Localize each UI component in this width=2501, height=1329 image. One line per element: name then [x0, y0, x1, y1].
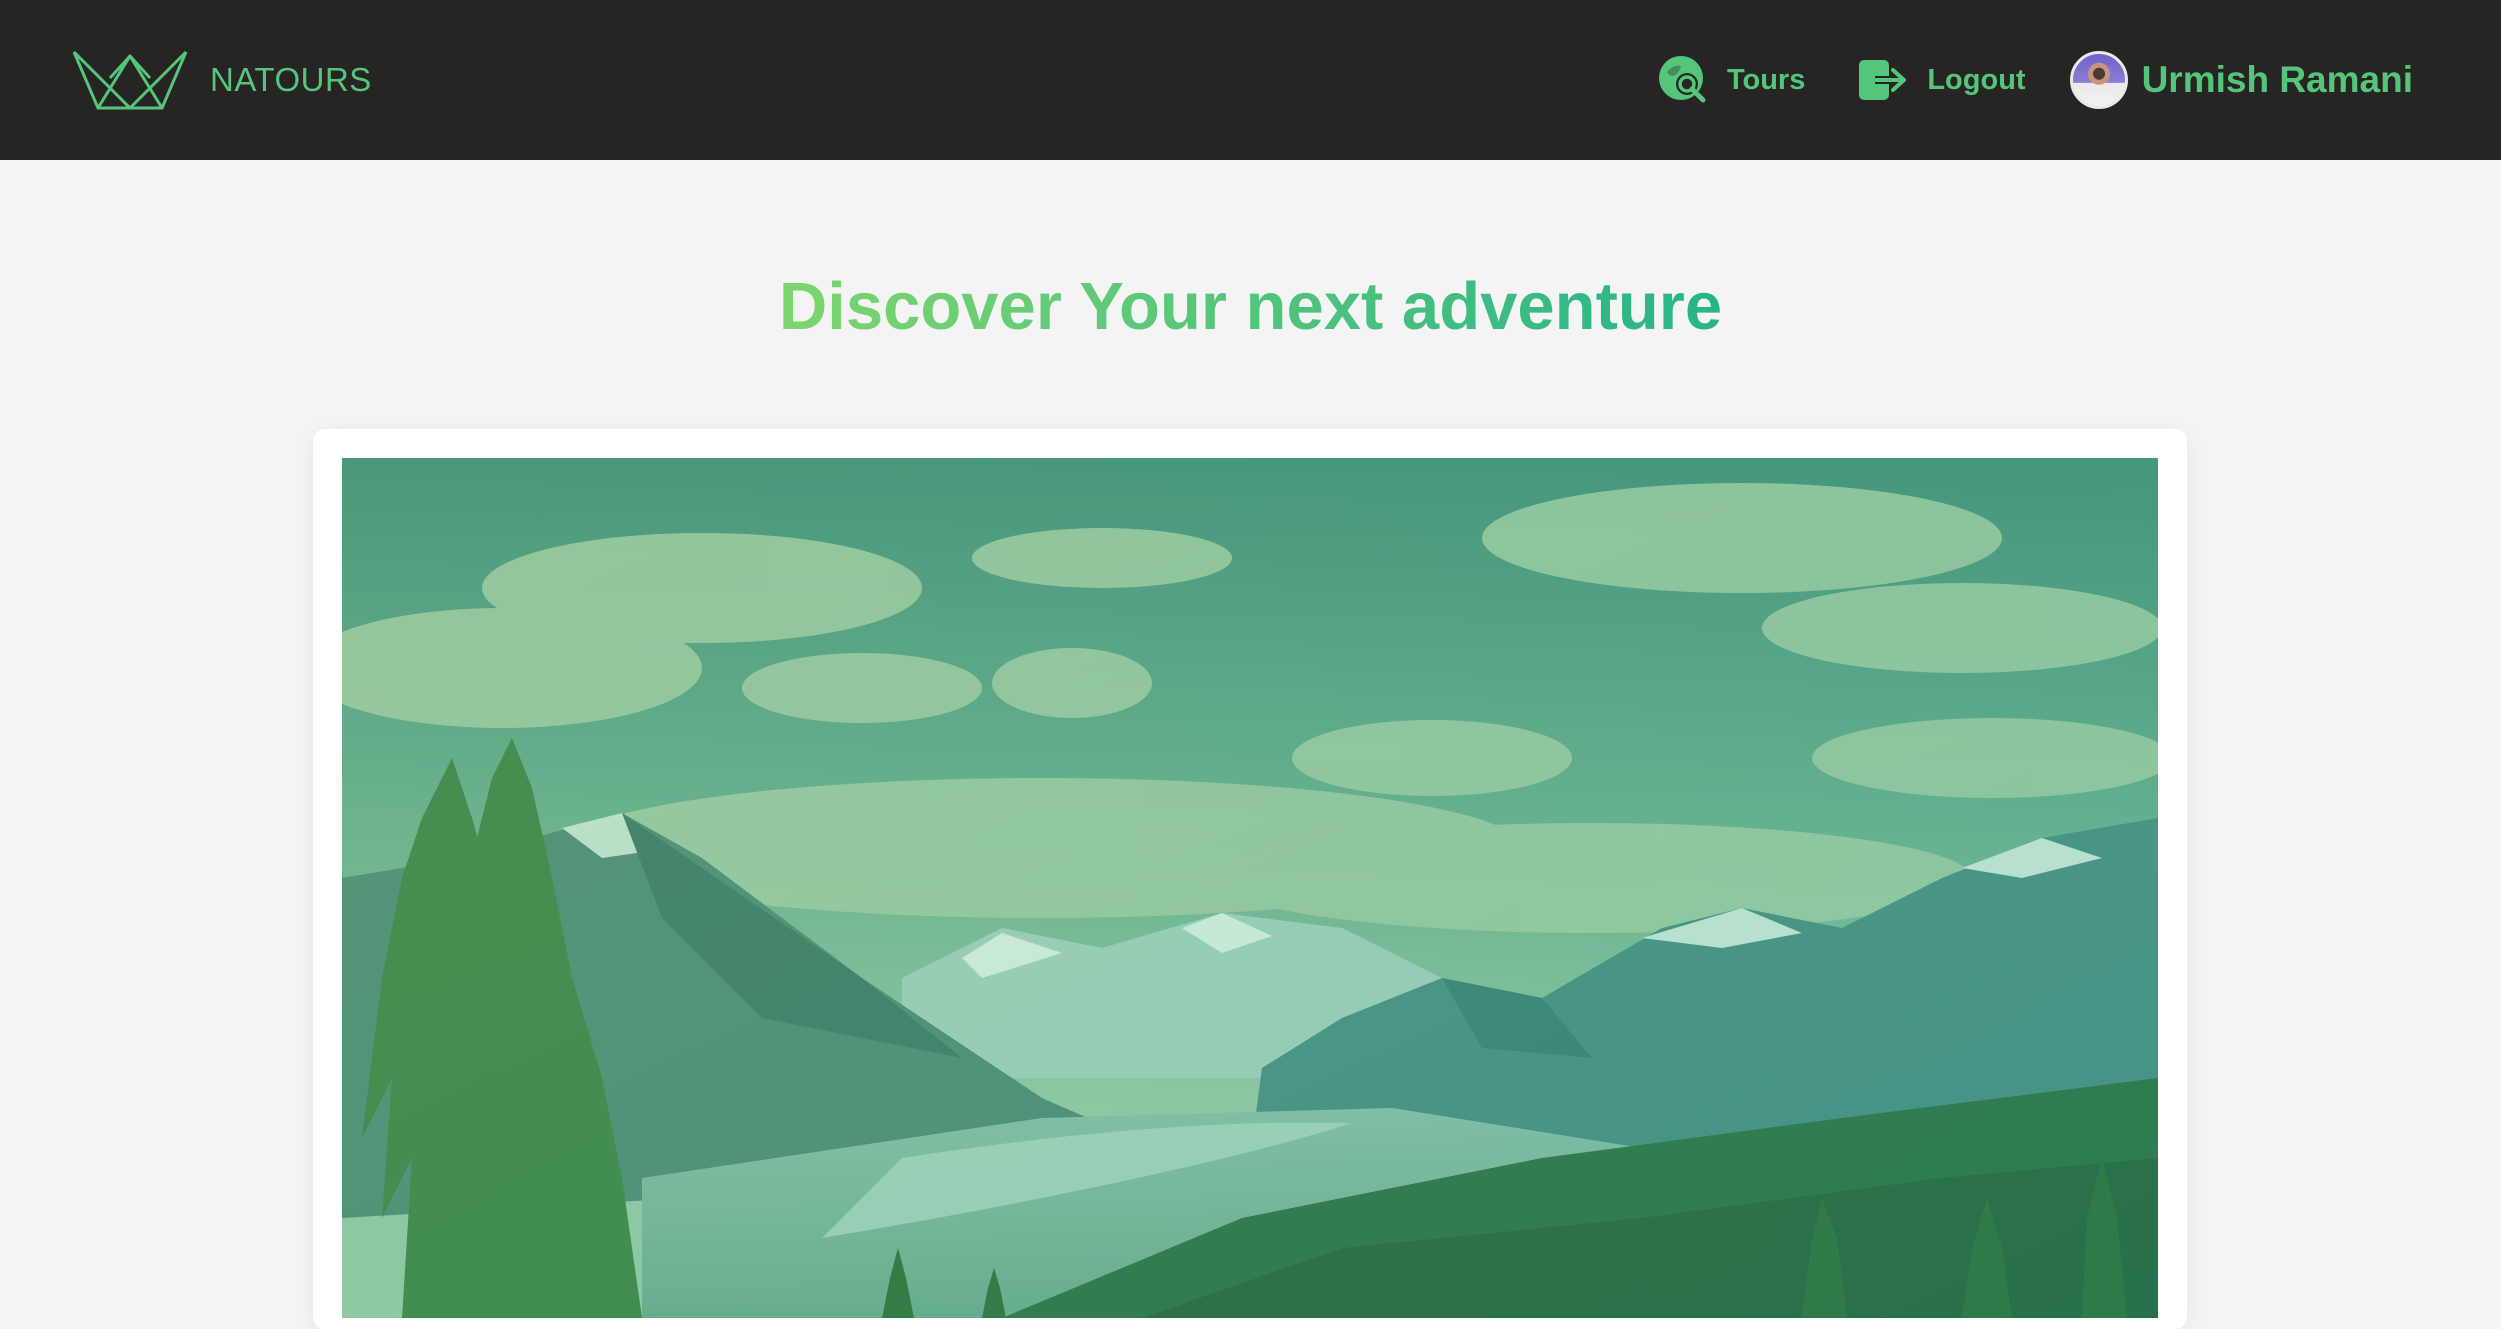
header-nav: Tours Logout Urmish Ramani: [1657, 51, 2413, 109]
nav-tours-label: Tours: [1726, 63, 1806, 96]
crown-logo-icon: [72, 50, 188, 110]
nav-logout-link[interactable]: Logout: [1857, 54, 2026, 106]
user-profile-link[interactable]: Urmish Ramani: [2069, 51, 2413, 109]
top-navbar: NATOURS Tours Logout Urmish Ramani: [0, 0, 2501, 160]
brand-name: NATOURS: [210, 61, 372, 98]
user-avatar: [2069, 51, 2128, 109]
tour-cover-image: [342, 458, 2158, 1318]
page-heading: Discover Your next adventure: [0, 268, 2501, 345]
user-name: Urmish Ramani: [2141, 59, 2413, 100]
brand-link[interactable]: NATOURS: [72, 48, 372, 112]
nav-logout-label: Logout: [1927, 63, 2026, 96]
tour-search-icon: [1658, 56, 1706, 103]
page-heading-text: Discover Your next adventure: [778, 269, 1723, 344]
nav-tours-link[interactable]: Tours: [1657, 54, 1805, 106]
tour-card: [313, 429, 2187, 1329]
logout-icon: [1859, 60, 1907, 100]
